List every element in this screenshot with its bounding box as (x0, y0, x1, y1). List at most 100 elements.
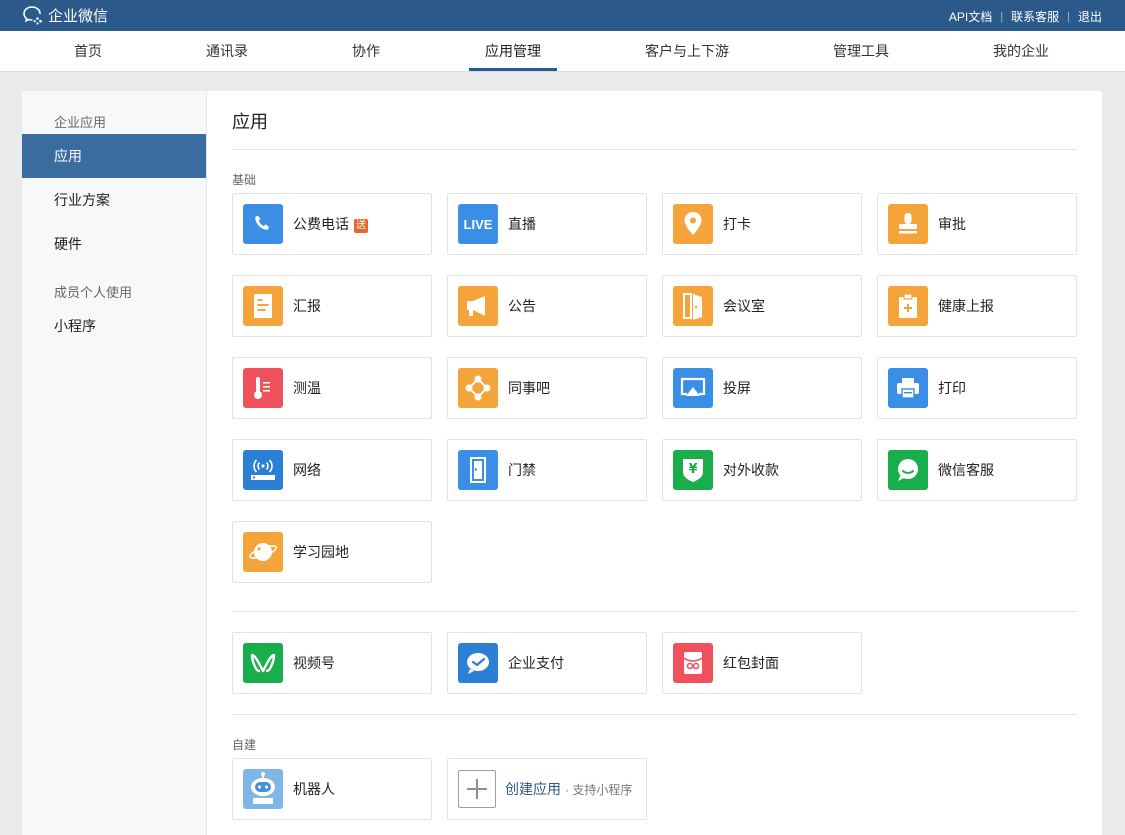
svg-text:¥: ¥ (688, 462, 697, 477)
app-card-print[interactable]: 打印 (877, 357, 1077, 419)
link-separator: | (1067, 10, 1070, 23)
health-clipboard-icon (888, 286, 928, 326)
sidebar: 企业应用 应用 行业方案 硬件 成员个人使用 小程序 (22, 91, 207, 835)
create-app-button[interactable]: 创建应用 · 支持小程序 (447, 758, 647, 820)
channels-icon (243, 643, 283, 683)
app-card-check-in[interactable]: 打卡 (662, 193, 862, 255)
nav-contacts[interactable]: 通讯录 (206, 31, 248, 71)
app-name: 学习园地 (293, 544, 349, 560)
divider (232, 149, 1077, 150)
app-card-temperature[interactable]: 测温 (232, 357, 432, 419)
door-icon (673, 286, 713, 326)
nav-home[interactable]: 首页 (74, 31, 102, 71)
section-label-basic: 基础 (232, 173, 257, 187)
app-card-announcement[interactable]: 公告 (447, 275, 647, 337)
app-name: 投屏 (723, 380, 751, 396)
community-icon (458, 368, 498, 408)
sidebar-item-mini-programs[interactable]: 小程序 (22, 304, 206, 348)
app-card-enterprise-payment[interactable]: 企业支付 (447, 632, 647, 694)
app-name: 网络 (293, 462, 321, 478)
phone-icon (243, 204, 283, 244)
page-title: 应用 (232, 112, 268, 132)
app-card-learning[interactable]: 学习园地 (232, 521, 432, 583)
divider (232, 714, 1077, 715)
app-name: 审批 (938, 216, 966, 232)
app-name: 对外收款 (723, 462, 779, 478)
create-app-label: 创建应用 (505, 781, 561, 797)
app-card-wechat-service[interactable]: 微信客服 (877, 439, 1077, 501)
app-card-public-phone[interactable]: 公费电话送 (232, 193, 432, 255)
planet-icon (243, 532, 283, 572)
printer-icon (888, 368, 928, 408)
top-bar: 企业微信 API文档 | 联系客服 | 退出 (0, 0, 1125, 31)
yuan-shield-icon: ¥ (673, 450, 713, 490)
app-name: 健康上报 (938, 298, 994, 314)
megaphone-icon (458, 286, 498, 326)
app-name: 视频号 (293, 655, 335, 671)
access-door-icon (458, 450, 498, 490)
nav-my-enterprise[interactable]: 我的企业 (993, 31, 1049, 71)
app-card-access-control[interactable]: 门禁 (447, 439, 647, 501)
logout-link[interactable]: 退出 (1078, 8, 1102, 25)
app-name: 打印 (938, 380, 966, 396)
app-card-network[interactable]: 网络 (232, 439, 432, 501)
nav-app-management[interactable]: 应用管理 (469, 31, 557, 71)
app-name: 公告 (508, 298, 536, 314)
app-name: 直播 (508, 216, 536, 232)
contact-support-link[interactable]: 联系客服 (1011, 8, 1059, 25)
sidebar-item-hardware[interactable]: 硬件 (22, 222, 206, 266)
live-icon: LIVE (458, 204, 498, 244)
stamp-icon (888, 204, 928, 244)
brand-name: 企业微信 (48, 7, 109, 25)
app-card-robot[interactable]: 机器人 (232, 758, 432, 820)
sidebar-group-enterprise-apps: 企业应用 (54, 115, 107, 130)
payment-icon (458, 643, 498, 683)
app-name: 测温 (293, 380, 321, 396)
app-card-colleague-forum[interactable]: 同事吧 (447, 357, 647, 419)
content-panel: 企业应用 应用 行业方案 硬件 成员个人使用 小程序 应用 基础 公费电话送 L… (22, 91, 1102, 835)
thermometer-icon (243, 368, 283, 408)
plus-icon (458, 770, 496, 808)
app-name: 公费电话送 (293, 216, 368, 233)
app-name: 红包封面 (723, 655, 779, 671)
app-name: 汇报 (293, 298, 321, 314)
robot-icon (243, 769, 283, 809)
app-card-red-envelope-cover[interactable]: 红包封面 (662, 632, 862, 694)
sidebar-group-member-personal: 成员个人使用 (54, 285, 133, 300)
app-card-report[interactable]: 汇报 (232, 275, 432, 337)
api-docs-link[interactable]: API文档 (949, 8, 992, 25)
app-card-live[interactable]: LIVE 直播 (447, 193, 647, 255)
app-card-health-report[interactable]: 健康上报 (877, 275, 1077, 337)
app-name: 机器人 (293, 781, 335, 797)
send-badge: 送 (354, 219, 368, 233)
divider (232, 611, 1077, 612)
router-icon (243, 450, 283, 490)
brand[interactable]: 企业微信 (22, 5, 108, 25)
app-name: 门禁 (508, 462, 536, 478)
sidebar-item-apps[interactable]: 应用 (22, 134, 206, 178)
app-card-approval[interactable]: 审批 (877, 193, 1077, 255)
section-label-custom: 自建 (232, 738, 257, 752)
app-card-external-payment[interactable]: ¥ 对外收款 (662, 439, 862, 501)
app-name: 会议室 (723, 298, 765, 314)
app-name: 企业支付 (508, 655, 564, 671)
app-name: 微信客服 (938, 462, 994, 478)
screencast-icon (673, 368, 713, 408)
app-card-screen-cast[interactable]: 投屏 (662, 357, 862, 419)
location-pin-icon (673, 204, 713, 244)
link-separator: | (1000, 10, 1004, 23)
nav-collaboration[interactable]: 协作 (352, 31, 380, 71)
nav-management-tools[interactable]: 管理工具 (833, 31, 889, 71)
create-app-subtext: · 支持小程序 (565, 782, 633, 797)
nav-customers-partners[interactable]: 客户与上下游 (645, 31, 729, 71)
wecom-logo-icon (23, 6, 42, 25)
app-card-channels[interactable]: 视频号 (232, 632, 432, 694)
report-icon (243, 286, 283, 326)
top-links: API文档 | 联系客服 | 退出 (949, 8, 1102, 25)
red-envelope-icon (673, 643, 713, 683)
app-name: 同事吧 (508, 380, 550, 396)
svg-text:LIVE: LIVE (464, 217, 493, 232)
sidebar-item-industry-solutions[interactable]: 行业方案 (22, 178, 206, 222)
app-name: 打卡 (723, 216, 751, 232)
app-card-meeting-room[interactable]: 会议室 (662, 275, 862, 337)
